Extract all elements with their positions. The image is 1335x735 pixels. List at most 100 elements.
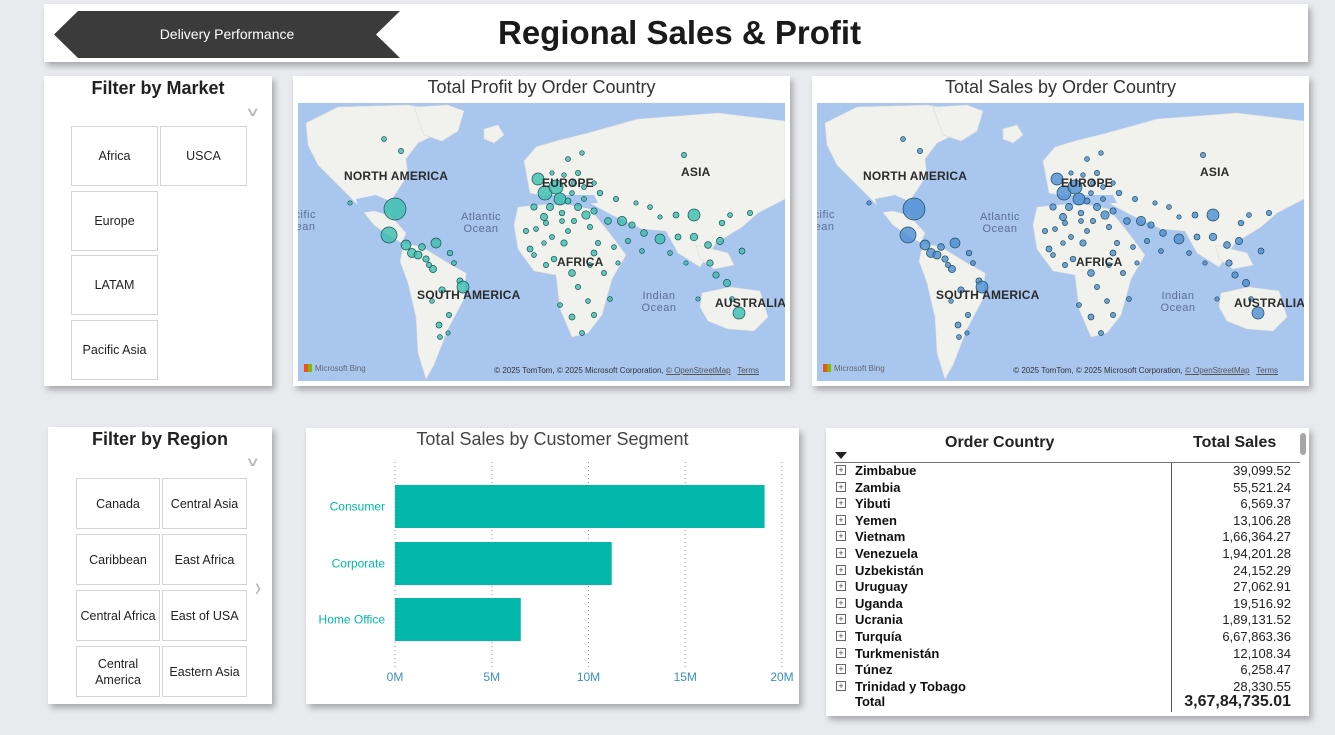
country-bubble[interactable]: [596, 189, 604, 197]
country-bubble[interactable]: [1087, 269, 1095, 277]
country-bubble[interactable]: [1246, 212, 1252, 218]
expand-icon[interactable]: +: [836, 631, 846, 641]
country-bubble[interactable]: [1202, 260, 1208, 266]
country-bubble[interactable]: [970, 260, 976, 266]
country-bubble[interactable]: [1158, 248, 1164, 254]
country-bubble[interactable]: [1084, 228, 1090, 234]
country-bubble[interactable]: [1237, 219, 1245, 227]
expand-icon[interactable]: +: [836, 531, 846, 542]
expand-icon[interactable]: +: [836, 597, 846, 608]
country-bubble[interactable]: [1208, 232, 1218, 242]
country-bubble[interactable]: [398, 148, 404, 154]
country-bubble[interactable]: [1115, 189, 1123, 197]
country-bubble[interactable]: [607, 296, 613, 302]
country-bubble[interactable]: [1106, 224, 1112, 230]
country-bubble[interactable]: [1052, 226, 1058, 232]
country-bubble[interactable]: [445, 330, 451, 336]
country-bubble[interactable]: [1136, 216, 1146, 226]
country-bubble[interactable]: [727, 212, 733, 218]
country-bubble[interactable]: [1130, 244, 1136, 250]
country-bubble[interactable]: [1100, 196, 1106, 202]
table-row[interactable]: + Turquía 6,67,863.36: [836, 629, 1291, 646]
country-bubble[interactable]: [568, 269, 576, 277]
country-bubble[interactable]: [569, 190, 575, 196]
region-tile-east-africa[interactable]: East Africa: [162, 534, 247, 585]
region-tile-caribbean[interactable]: Caribbean: [76, 534, 160, 585]
country-bubble[interactable]: [430, 237, 442, 249]
country-bubble[interactable]: [954, 321, 962, 329]
profit-map[interactable]: NORTH AMERICA EUROPE ASIA AFRICA SOUTH A…: [298, 103, 785, 381]
country-bubble[interactable]: [418, 243, 426, 251]
country-bubble[interactable]: [604, 217, 612, 225]
country-bubble[interactable]: [712, 271, 720, 279]
country-bubble[interactable]: [964, 330, 970, 336]
country-bubble[interactable]: [558, 209, 566, 217]
country-bubble[interactable]: [435, 321, 443, 329]
country-bubble[interactable]: [1134, 260, 1140, 266]
country-bubble[interactable]: [1050, 252, 1056, 258]
country-bubble[interactable]: [1206, 208, 1220, 222]
country-bubble[interactable]: [738, 247, 746, 255]
country-bubble[interactable]: [422, 255, 430, 263]
country-bubble[interactable]: [647, 204, 653, 210]
country-bubble[interactable]: [1191, 211, 1199, 219]
country-bubble[interactable]: [704, 241, 712, 249]
country-bubble[interactable]: [383, 197, 407, 221]
country-bubble[interactable]: [1120, 270, 1126, 276]
chevron-down-icon[interactable]: ∨: [245, 104, 260, 120]
country-bubble[interactable]: [560, 239, 568, 247]
table-row[interactable]: + Yibuti 6,569.37: [836, 496, 1291, 513]
country-bubble[interactable]: [1069, 255, 1077, 263]
country-bubble[interactable]: [1266, 210, 1272, 216]
country-bubble[interactable]: [546, 203, 554, 211]
expand-icon[interactable]: +: [836, 548, 846, 558]
country-bubble[interactable]: [657, 214, 663, 220]
country-bubble[interactable]: [640, 229, 648, 237]
country-bubble[interactable]: [937, 243, 945, 251]
country-bubble[interactable]: [1193, 233, 1201, 241]
country-bubble[interactable]: [1090, 218, 1096, 224]
country-bubble[interactable]: [674, 233, 682, 241]
country-bubble[interactable]: [900, 136, 906, 142]
osm-link[interactable]: © OpenStreetMap: [666, 366, 731, 375]
chevron-down-icon[interactable]: ∨: [245, 454, 260, 470]
expand-icon[interactable]: +: [836, 581, 846, 592]
region-tile-east-of-usa[interactable]: East of USA: [162, 590, 247, 641]
chevron-right-icon[interactable]: ›: [255, 572, 261, 604]
country-bubble[interactable]: [1159, 229, 1167, 237]
country-bubble[interactable]: [945, 262, 951, 268]
country-bubble[interactable]: [568, 313, 576, 321]
country-bubble[interactable]: [1094, 170, 1100, 176]
country-bubble[interactable]: [575, 284, 581, 290]
country-bubble[interactable]: [633, 200, 639, 206]
country-bubble[interactable]: [949, 237, 961, 249]
country-bubble[interactable]: [1087, 313, 1095, 321]
country-bubble[interactable]: [932, 250, 942, 260]
table-row[interactable]: + Uruguay 27,062.91: [836, 579, 1291, 596]
country-bubble[interactable]: [530, 203, 538, 211]
expand-icon[interactable]: +: [836, 647, 846, 658]
country-bubble[interactable]: [1242, 279, 1250, 287]
terms-link[interactable]: Terms: [1256, 366, 1278, 375]
country-bubble[interactable]: [689, 232, 699, 242]
country-bubble[interactable]: [571, 218, 577, 224]
country-bubble[interactable]: [540, 213, 548, 221]
country-bubble[interactable]: [1068, 234, 1074, 240]
header-order-country[interactable]: Order Country: [945, 434, 1054, 452]
country-bubble[interactable]: [1186, 250, 1192, 256]
table-row[interactable]: + Uzbekistán 24,152.29: [836, 563, 1291, 580]
region-tile-central-america[interactable]: Central America: [76, 646, 160, 697]
country-bubble[interactable]: [1042, 228, 1048, 234]
country-bubble[interactable]: [615, 260, 621, 266]
country-bubble[interactable]: [446, 249, 454, 257]
country-bubble[interactable]: [1173, 233, 1185, 245]
market-tile-africa[interactable]: Africa: [71, 126, 158, 186]
country-bubble[interactable]: [591, 312, 597, 318]
country-bubble[interactable]: [557, 302, 563, 308]
country-bubble[interactable]: [1065, 203, 1073, 211]
table-scrollbar[interactable]: [1300, 433, 1306, 455]
country-bubble[interactable]: [587, 224, 593, 230]
table-row[interactable]: + Túnez 6,258.47: [836, 662, 1291, 679]
region-tile-central-asia[interactable]: Central Asia: [162, 478, 247, 529]
country-bubble[interactable]: [451, 260, 457, 266]
